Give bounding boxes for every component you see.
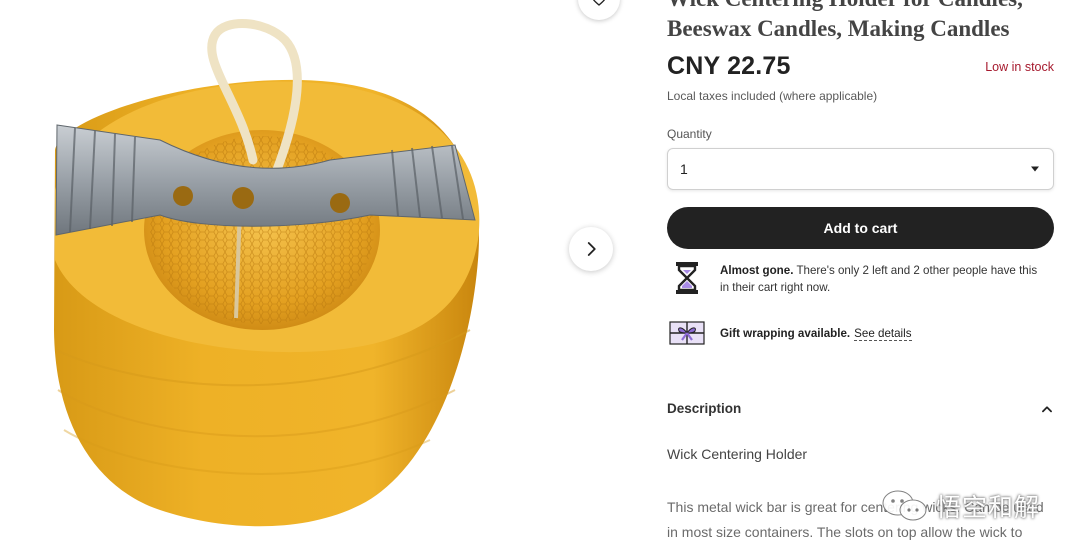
add-to-cart-button[interactable]: Add to cart: [667, 207, 1054, 249]
caret-down-icon: [1031, 166, 1039, 172]
description-subtitle: Wick Centering Holder: [667, 446, 808, 462]
gift-icon: [669, 321, 705, 345]
chevron-right-icon: [587, 242, 596, 256]
stock-status: Low in stock: [985, 60, 1054, 74]
description-heading: Description: [667, 401, 742, 416]
product-gallery: [0, 0, 640, 552]
watermark-text: 悟空和解: [936, 493, 1041, 522]
see-details-link[interactable]: See details: [854, 327, 912, 341]
quantity-value: 1: [680, 161, 688, 177]
description-toggle[interactable]: Description: [667, 401, 1054, 416]
taxes-note: Local taxes included (where applicable): [667, 89, 878, 103]
product-price: CNY 22.75: [667, 52, 791, 80]
hourglass-icon: [676, 262, 698, 294]
product-image: [54, 19, 480, 527]
next-image-button[interactable]: [569, 227, 613, 271]
chevron-up-icon: [1042, 405, 1052, 412]
quantity-label: Quantity: [667, 127, 712, 141]
chat-bubbles-icon: [882, 490, 927, 521]
gift-wrap-notice: Gift wrapping available. See details: [667, 318, 1040, 348]
heart-icon: [592, 0, 606, 6]
almost-gone-notice: Almost gone. There's only 2 left and 2 o…: [667, 262, 1040, 296]
gift-wrap-headline: Gift wrapping available.: [720, 327, 851, 340]
almost-gone-headline: Almost gone.: [720, 264, 794, 277]
quantity-select[interactable]: 1: [667, 148, 1054, 190]
purchase-panel: Wick Centering Holder for Candles, Beesw…: [667, 0, 1054, 552]
watermark: 悟空和解: [880, 488, 1040, 524]
product-title: Wick Centering Holder for Candles, Beesw…: [667, 0, 1023, 41]
